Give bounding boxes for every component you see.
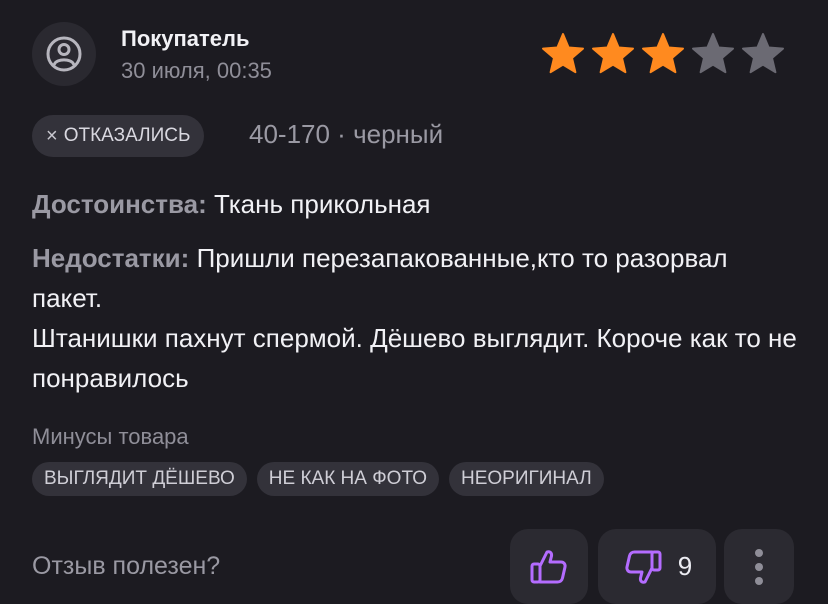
star-empty-icon xyxy=(692,33,734,74)
cons-section: Недостатки: Пришли перезапакованные,кто … xyxy=(32,238,802,398)
review-date: 30 июля, 00:35 xyxy=(121,58,272,83)
close-icon: × xyxy=(46,124,58,147)
product-variant: 40-170 · черный xyxy=(249,119,444,149)
user-icon xyxy=(46,36,82,72)
minus-tag: НЕОРИГИНАЛ xyxy=(448,462,604,496)
review-card: Покупатель 30 июля, 00:35 × ОТКАЗАЛИСЬ 4… xyxy=(0,0,828,604)
pros-section: Достоинства: Ткань прикольная xyxy=(32,186,802,222)
star-filled-icon xyxy=(592,33,634,74)
avatar xyxy=(32,22,96,86)
minus-tags-label: Минусы товара xyxy=(32,424,189,449)
minus-tags: ВЫГЛЯДИТ ДЁШЕВО НЕ КАК НА ФОТО НЕОРИГИНА… xyxy=(32,462,604,496)
status-chip-label: ОТКАЗАЛИСЬ xyxy=(63,125,191,146)
dislike-button[interactable]: 9 xyxy=(598,529,716,604)
cons-label: Недостатки: xyxy=(32,243,190,273)
helpful-question: Отзыв полезен? xyxy=(32,552,221,580)
thumbs-down-icon xyxy=(625,550,662,584)
like-button[interactable] xyxy=(510,529,588,604)
thumbs-up-icon xyxy=(530,549,567,583)
pros-text: Ткань прикольная xyxy=(214,189,431,219)
status-chip: × ОТКАЗАЛИСЬ xyxy=(32,115,205,157)
author-name: Покупатель xyxy=(121,26,250,51)
pros-label: Достоинства: xyxy=(32,189,207,219)
minus-tag: ВЫГЛЯДИТ ДЁШЕВО xyxy=(32,462,247,496)
star-filled-icon xyxy=(542,33,584,74)
dislike-count: 9 xyxy=(677,551,693,581)
more-options-button[interactable] xyxy=(724,529,794,604)
more-vertical-icon xyxy=(755,548,763,585)
minus-tag: НЕ КАК НА ФОТО xyxy=(256,462,439,496)
star-filled-icon xyxy=(642,33,684,74)
star-empty-icon xyxy=(742,33,784,74)
rating-stars xyxy=(540,32,786,76)
